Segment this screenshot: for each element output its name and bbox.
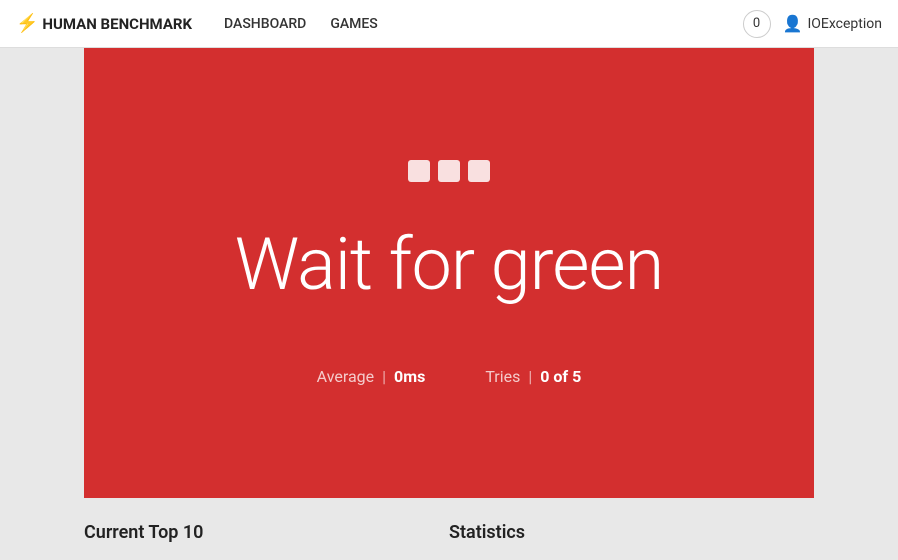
average-value: 0ms [394,367,425,386]
brand-link[interactable]: ⚡ HUMAN BENCHMARK [16,13,192,34]
game-stats: Average | 0ms Tries | 0 of 5 [317,367,582,386]
tries-value: 0 of 5 [540,367,581,386]
game-area[interactable]: Wait for green Average | 0ms Tries | 0 o… [84,48,814,498]
navbar: ⚡ HUMAN BENCHMARK DASHBOARD GAMES 0 👤 IO… [0,0,898,48]
tries-separator: | [528,367,532,386]
average-label: Average [317,367,374,386]
dots-row [408,160,490,182]
tries-label: Tries [485,367,520,386]
statistics-heading: Statistics [449,522,814,543]
dot-1 [408,160,430,182]
dashboard-link[interactable]: DASHBOARD [224,16,306,32]
nav-links: DASHBOARD GAMES [224,16,743,32]
top10-column: Current Top 10 [84,522,449,555]
center-column: Wait for green Average | 0ms Tries | 0 o… [84,48,814,555]
user-menu[interactable]: 👤 IOException [783,14,882,33]
average-stat: Average | 0ms [317,367,426,386]
games-link[interactable]: GAMES [330,16,377,32]
brand-label: HUMAN BENCHMARK [42,15,192,33]
username-label: IOException [807,16,882,32]
tries-stat: Tries | 0 of 5 [485,367,581,386]
dot-3 [468,160,490,182]
bottom-section: Current Top 10 Statistics [84,498,814,555]
average-separator: | [382,367,386,386]
game-title: Wait for green [235,222,664,307]
dot-2 [438,160,460,182]
top10-heading: Current Top 10 [84,522,449,543]
nav-right: 0 👤 IOException [743,10,882,38]
notification-badge[interactable]: 0 [743,10,771,38]
bolt-icon: ⚡ [16,13,38,34]
statistics-column: Statistics [449,522,814,555]
page-wrapper: Wait for green Average | 0ms Tries | 0 o… [0,48,898,555]
user-icon: 👤 [783,14,803,33]
